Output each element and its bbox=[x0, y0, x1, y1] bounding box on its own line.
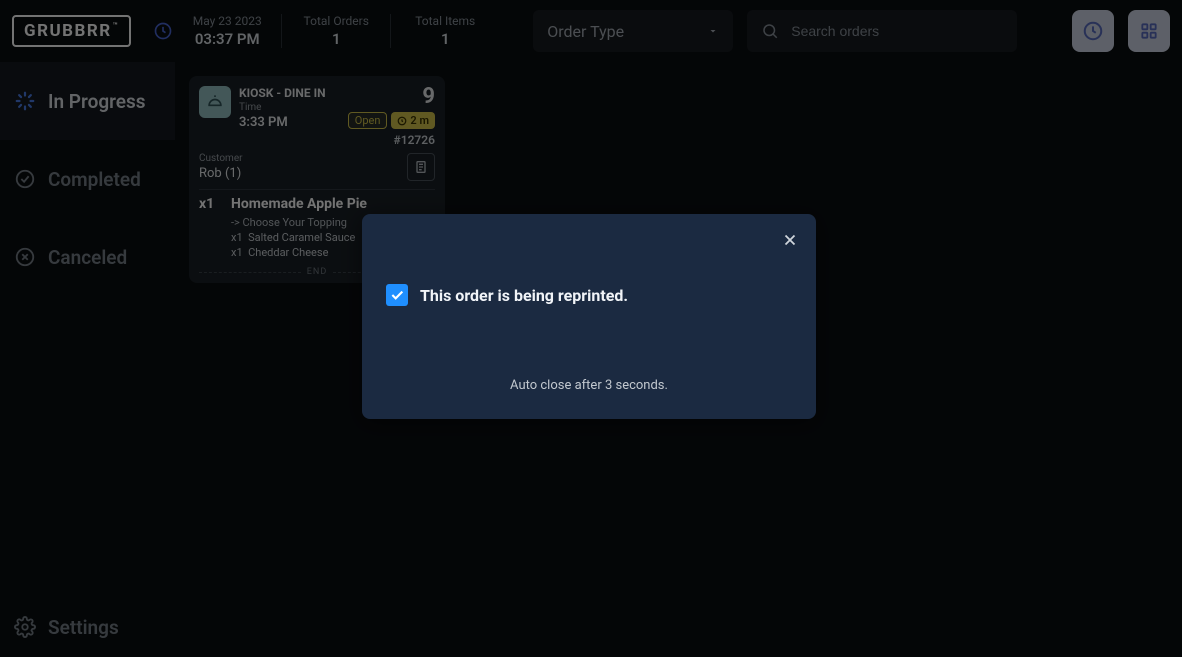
reprint-modal: This order is being reprinted. Auto clos… bbox=[362, 214, 816, 419]
close-button[interactable] bbox=[778, 228, 802, 252]
modal-message: This order is being reprinted. bbox=[420, 286, 628, 305]
modal-autoclose-text: Auto close after 3 seconds. bbox=[386, 378, 792, 393]
close-icon bbox=[781, 231, 799, 249]
checkbox-checked-icon bbox=[386, 284, 408, 306]
